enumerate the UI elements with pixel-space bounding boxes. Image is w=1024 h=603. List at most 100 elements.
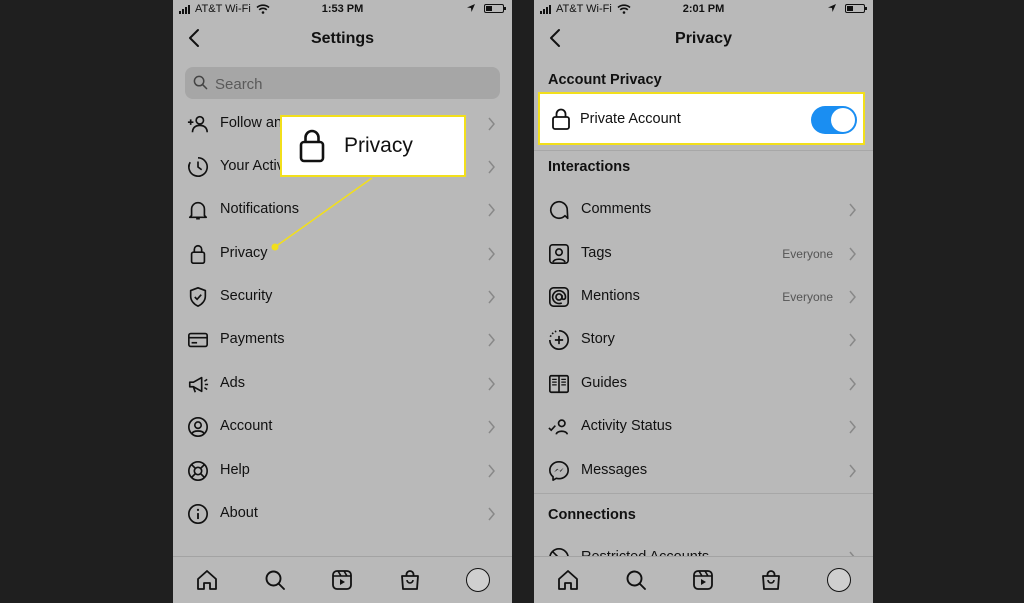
row-label: Guides <box>581 375 627 391</box>
private-account-toggle[interactable] <box>811 106 857 134</box>
reels-icon[interactable] <box>691 568 715 592</box>
header: Privacy <box>534 22 873 56</box>
row-label: Security <box>220 288 273 304</box>
status-right <box>466 3 506 13</box>
page-title: Privacy <box>675 30 732 47</box>
status-right <box>827 3 867 13</box>
status-time: 1:53 PM <box>321 3 364 15</box>
search-icon[interactable] <box>624 568 648 592</box>
section-heading-account-privacy: Account Privacy <box>548 72 662 88</box>
shop-icon[interactable] <box>759 568 783 592</box>
shop-icon[interactable] <box>398 568 422 592</box>
privacy-row-mentions[interactable]: Mentions Everyone <box>534 277 873 317</box>
profile-avatar[interactable] <box>827 568 851 592</box>
card-icon <box>188 332 208 348</box>
privacy-row-activity-status[interactable]: Activity Status <box>534 407 873 447</box>
status-bar: AT&T Wi-Fi 2:01 PM <box>534 0 873 20</box>
settings-row-security[interactable]: Security <box>173 277 512 317</box>
privacy-row-comments[interactable]: Comments <box>534 190 873 230</box>
toggle-knob <box>831 108 855 132</box>
row-label: Messages <box>581 462 648 478</box>
header: Settings <box>173 22 512 56</box>
chevron-right-icon <box>849 420 856 434</box>
status-time: 2:01 PM <box>682 3 725 15</box>
chevron-right-icon <box>488 464 495 478</box>
settings-row-privacy[interactable]: Privacy <box>173 234 512 274</box>
row-label: Help <box>220 462 250 478</box>
settings-row-about[interactable]: About <box>173 494 512 534</box>
chevron-right-icon <box>849 290 856 304</box>
guides-book-icon <box>549 374 569 394</box>
search-bar[interactable] <box>185 67 500 99</box>
row-label: Story <box>581 331 615 347</box>
row-label: Tags <box>581 245 612 261</box>
divider <box>534 150 873 151</box>
home-icon[interactable] <box>195 568 219 592</box>
account-circle-icon <box>188 417 208 437</box>
chevron-right-icon <box>488 333 495 347</box>
chevron-right-icon <box>488 507 495 521</box>
battery-icon <box>484 3 506 13</box>
chevron-right-icon <box>488 290 495 304</box>
chevron-right-icon <box>849 464 856 478</box>
megaphone-icon <box>188 376 209 393</box>
privacy-callout: Privacy <box>280 115 466 177</box>
page-title: Settings <box>310 30 375 47</box>
chevron-right-icon <box>849 203 856 217</box>
location-arrow-icon <box>467 4 475 12</box>
location-arrow-icon <box>828 4 836 12</box>
messenger-icon <box>549 461 569 481</box>
chevron-right-icon <box>488 247 495 261</box>
row-label: Ads <box>220 375 245 391</box>
profile-avatar[interactable] <box>466 568 490 592</box>
privacy-row-messages[interactable]: Messages <box>534 451 873 491</box>
privacy-screen: AT&T Wi-Fi 2:01 PM Privacy Account Priva… <box>534 0 873 603</box>
reels-icon[interactable] <box>330 568 354 592</box>
lifebuoy-icon <box>188 461 208 481</box>
tab-bar <box>534 556 873 603</box>
row-label: Payments <box>220 331 285 347</box>
tag-person-icon <box>549 244 569 264</box>
bell-icon <box>188 201 208 220</box>
chevron-right-icon <box>488 117 495 131</box>
settings-screen: AT&T Wi-Fi 1:53 PM Settings Follow and I… <box>173 0 512 603</box>
privacy-row-tags[interactable]: Tags Everyone <box>534 234 873 274</box>
settings-row-notifications[interactable]: Notifications <box>173 190 512 230</box>
chevron-right-icon <box>488 203 495 217</box>
chevron-right-icon <box>849 247 856 261</box>
privacy-row-story[interactable]: Story <box>534 320 873 360</box>
row-label: About <box>220 505 258 521</box>
add-person-icon <box>187 115 208 133</box>
row-label: Comments <box>581 201 652 217</box>
comment-bubble-icon <box>549 200 569 220</box>
home-icon[interactable] <box>556 568 580 592</box>
search-input[interactable] <box>213 73 487 95</box>
info-icon <box>188 504 208 524</box>
divider <box>534 493 873 494</box>
chevron-right-icon <box>488 377 495 391</box>
lock-icon <box>552 108 570 130</box>
chevron-right-icon <box>849 333 856 347</box>
section-heading-connections: Connections <box>548 507 636 523</box>
status-bar: AT&T Wi-Fi 1:53 PM <box>173 0 512 20</box>
row-value: Everyone <box>782 290 833 304</box>
section-heading-interactions: Interactions <box>548 159 631 175</box>
search-icon[interactable] <box>263 568 287 592</box>
private-account-row[interactable]: Private Account <box>538 92 865 145</box>
settings-row-account[interactable]: Account <box>173 407 512 447</box>
callout-label: Privacy <box>344 134 413 157</box>
shield-icon <box>189 287 207 307</box>
tab-bar <box>173 556 512 603</box>
battery-icon <box>845 3 867 13</box>
row-label: Mentions <box>581 288 640 304</box>
settings-row-ads[interactable]: Ads <box>173 364 512 404</box>
privacy-row-guides[interactable]: Guides <box>534 364 873 404</box>
chevron-right-icon <box>849 377 856 391</box>
activity-status-icon <box>548 419 569 435</box>
settings-row-help[interactable]: Help <box>173 451 512 491</box>
chevron-right-icon <box>488 420 495 434</box>
chevron-right-icon <box>488 160 495 174</box>
row-label: Notifications <box>220 201 299 217</box>
settings-row-payments[interactable]: Payments <box>173 320 512 360</box>
lock-icon <box>299 129 325 163</box>
